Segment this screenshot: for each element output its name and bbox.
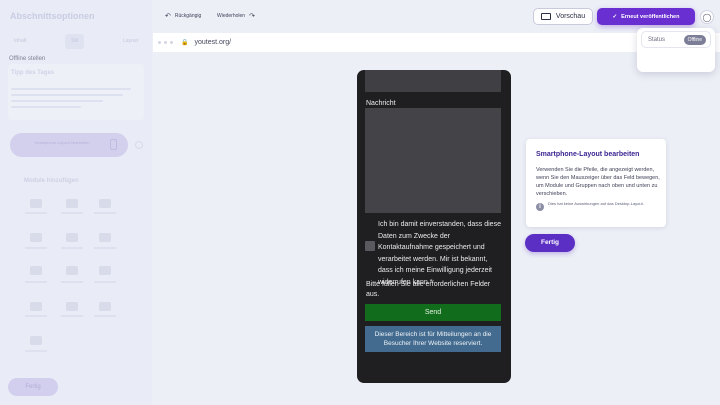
module-icon[interactable] xyxy=(66,266,78,275)
done-button[interactable]: Fertig xyxy=(525,234,575,252)
consent-checkbox[interactable] xyxy=(365,241,375,251)
sidebar-title: Abschnittsoptionen xyxy=(10,11,95,21)
tip-card-title: Tipp des Tages xyxy=(11,70,55,76)
module-icon[interactable] xyxy=(99,233,111,242)
message-textarea[interactable] xyxy=(365,108,501,213)
globe-icon: ◯ xyxy=(702,12,712,22)
smartphone-icon xyxy=(110,139,117,150)
preview-label: Vorschau xyxy=(555,13,586,20)
window-dot xyxy=(158,41,161,44)
module-label xyxy=(25,350,47,352)
module-icon[interactable] xyxy=(99,199,111,208)
module-label xyxy=(61,315,83,317)
module-label xyxy=(94,212,116,214)
module-icon[interactable] xyxy=(66,233,78,242)
smartphone-preview: Nachricht Ich bin damit einverstanden, d… xyxy=(357,70,511,383)
module-label xyxy=(61,281,83,283)
check-icon: ✓ xyxy=(612,13,618,20)
status-badge: Offline xyxy=(683,35,706,45)
window-dots xyxy=(158,41,173,44)
info-icon: i xyxy=(536,203,544,211)
module-icon[interactable] xyxy=(66,199,78,208)
language-button[interactable]: ◯ xyxy=(700,10,714,24)
module-label xyxy=(25,247,47,249)
preview-button[interactable]: Vorschau xyxy=(533,8,593,25)
redo-button[interactable]: Wiederholen ↷ xyxy=(217,12,255,20)
module-label xyxy=(25,212,47,214)
module-label xyxy=(94,315,116,317)
module-label xyxy=(94,247,116,249)
send-button[interactable]: Send xyxy=(365,304,501,321)
tip-card-line xyxy=(11,106,81,108)
module-label xyxy=(25,281,47,283)
module-icon[interactable] xyxy=(99,266,111,275)
tooltip-body: Verwenden Sie die Pfeile, die angezeigt … xyxy=(536,167,660,197)
address-bar: 🔒 youtest.org/ xyxy=(153,33,720,52)
consent-text: Ich bin damit einverstanden, dass diese … xyxy=(378,221,501,286)
status-row: Status Offline xyxy=(641,31,711,48)
tooltip-title: Smartphone-Layout bearbeiten xyxy=(536,151,640,158)
module-label xyxy=(61,247,83,249)
republish-label: Erneut veröffentlichen xyxy=(621,13,680,20)
module-icon[interactable] xyxy=(66,302,78,311)
module-label xyxy=(94,281,116,283)
form-field[interactable] xyxy=(365,70,501,92)
module-label xyxy=(25,315,47,317)
module-icon[interactable] xyxy=(30,266,42,275)
module-icon[interactable] xyxy=(30,302,42,311)
device-icon xyxy=(540,13,551,20)
go-offline-button[interactable]: Offline stellen xyxy=(9,56,45,62)
tip-card-line xyxy=(11,100,103,102)
module-icon[interactable] xyxy=(30,233,42,242)
tooltip-info: Dies hat keine Auswirkungen auf das Desk… xyxy=(548,201,644,206)
module-icon[interactable] xyxy=(30,336,42,345)
republish-button[interactable]: ✓ Erneut veröffentlichen xyxy=(597,8,695,25)
redo-icon: ↷ xyxy=(249,13,255,20)
module-icon[interactable] xyxy=(99,302,111,311)
undo-icon: ↶ xyxy=(165,13,171,20)
lock-icon: 🔒 xyxy=(181,40,189,46)
undo-button[interactable]: ↶ Rückgängig xyxy=(165,12,201,20)
status-dropdown: Status Offline xyxy=(637,28,715,72)
redo-label: Wiederholen xyxy=(217,13,246,19)
tab-content[interactable]: Inhalt xyxy=(8,34,32,49)
sidebar-tabs: Inhalt Stil Layout xyxy=(8,34,144,49)
message-label: Nachricht xyxy=(366,100,396,107)
module-label xyxy=(61,212,83,214)
undo-label: Rückgängig xyxy=(174,13,202,19)
status-label: Status xyxy=(648,36,666,43)
tab-style[interactable]: Stil xyxy=(65,34,85,49)
site-url: youtest.org/ xyxy=(194,39,232,46)
tip-card-line xyxy=(11,88,131,90)
add-modules-heading: Module hinzufügen xyxy=(24,178,79,184)
tip-card-line xyxy=(11,94,123,96)
tab-layout[interactable]: Layout xyxy=(117,34,144,49)
required-fields-note: Bitte füllen Sie alle erforderlichen Fel… xyxy=(366,281,491,298)
notice-banner: Dieser Bereich ist für Mitteilungen an d… xyxy=(365,326,501,352)
mobile-layout-tooltip: Smartphone-Layout bearbeiten Verwenden S… xyxy=(526,139,666,227)
window-dot xyxy=(170,41,173,44)
help-icon[interactable] xyxy=(135,141,143,149)
window-dot xyxy=(164,41,167,44)
sidebar-done-button[interactable]: Fertig xyxy=(8,378,58,396)
mobile-layout-label: Smartphone-Layout bearbeiten xyxy=(34,140,90,145)
module-icon[interactable] xyxy=(30,199,42,208)
